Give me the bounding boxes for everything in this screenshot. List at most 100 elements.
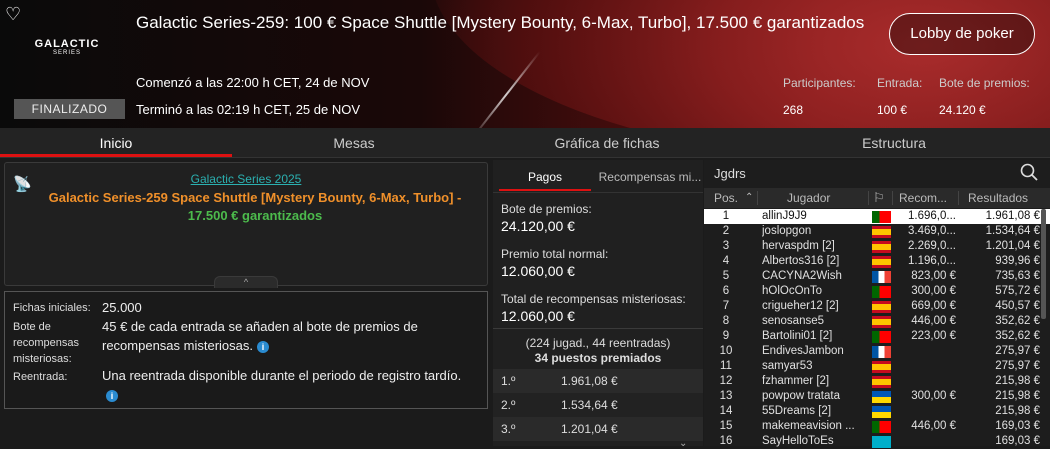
prize-pool-label: Bote de premios: (939, 76, 1030, 90)
payout-row: 1.º 1.961,08 € (493, 369, 703, 393)
table-row[interactable]: 2 joslopgon 3.469,0... 1.534,64 € (704, 224, 1050, 239)
row-result: 169,03 € (995, 420, 1040, 432)
table-row[interactable]: 15 makemeavision ... 446,00 € 169,03 € (704, 419, 1050, 434)
country-flag-icon (872, 361, 891, 373)
table-row[interactable]: 9 Bartolini01 [2] 223,00 € 352,62 € (704, 329, 1050, 344)
row-player-name: joslopgon (762, 225, 812, 237)
row-position: 3 (722, 240, 730, 252)
payout-amount: 1.534,64 € (561, 398, 618, 412)
guarantee-text: 17.500 € garantizados (187, 208, 323, 223)
country-flag-icon (872, 376, 891, 388)
row-bounty: 300,00 € (911, 285, 956, 297)
row-bounty: 446,00 € (911, 315, 956, 327)
row-bounty: 300,00 € (911, 390, 956, 402)
row-player-name: senosanse5 (762, 315, 825, 327)
table-row[interactable]: 5 CACYNA2Wish 823,00 € 735,63 € (704, 269, 1050, 284)
row-result: 215,98 € (995, 405, 1040, 417)
row-bounty: 2.269,0... (908, 240, 956, 252)
prize-pool-value: 24.120,00 € (501, 218, 575, 234)
row-position: 14 (719, 405, 733, 417)
starting-chips-label: Fichas iniciales: (13, 302, 91, 314)
table-row[interactable]: 6 hOlOcOnTo 300,00 € 575,72 € (704, 284, 1050, 299)
country-flag-icon (872, 226, 891, 238)
payout-amount: 1.961,08 € (561, 374, 618, 388)
chevron-down-icon[interactable]: ⌄ (679, 438, 687, 449)
col-position[interactable]: Pos. (714, 188, 738, 208)
row-player-name: samyar53 (762, 360, 813, 372)
search-icon[interactable] (1020, 163, 1038, 181)
table-row[interactable]: 13 powpow tratata 300,00 € 215,98 € (704, 389, 1050, 404)
payout-amount: 1.201,04 € (561, 422, 618, 436)
info-icon[interactable]: i (257, 340, 269, 353)
table-row[interactable]: 4 Albertos316 [2] 1.196,0... 939,96 € (704, 254, 1050, 269)
row-position: 11 (720, 360, 732, 372)
scrollbar[interactable] (1041, 209, 1046, 319)
series-link[interactable]: Galactic Series 2025 (5, 172, 487, 186)
col-bounty[interactable]: Recom... (899, 188, 947, 208)
tournament-details: Fichas iniciales: 25.000 Bote de recompe… (4, 291, 488, 409)
tab-estructura[interactable]: Estructura (738, 128, 1050, 158)
table-row[interactable]: 10 EndivesJambon 275,97 € (704, 344, 1050, 359)
table-row[interactable]: 16 SayHelloToEs 169,03 € (704, 434, 1050, 449)
row-result: 275,97 € (995, 360, 1040, 372)
tab-recompensas[interactable]: Recompensas mi... (597, 160, 703, 192)
row-player-name: powpow tratata (762, 390, 840, 402)
row-player-name: Albertos316 [2] (762, 255, 840, 267)
table-row[interactable]: 7 crigueher12 [2] 669,00 € 450,57 € (704, 299, 1050, 314)
poker-lobby-button[interactable]: Lobby de poker (889, 13, 1035, 55)
row-result: 352,62 € (995, 330, 1040, 342)
row-player-name: allinJ9J9 (762, 210, 807, 222)
results-panel: Jgdrs Pos. ⌃ Jugador ⚐ Recom... Resultad… (704, 160, 1050, 449)
mystery-total-label: Total de recompensas misteriosas: (501, 292, 686, 306)
mystery-bounty-label: Bote de recompensas misteriosas: (13, 321, 80, 365)
entries-count: (224 jugad., 44 reentradas) (525, 336, 671, 350)
info-icon[interactable]: i (106, 389, 118, 402)
flag-column-icon[interactable]: ⚐ (873, 188, 885, 208)
table-row[interactable]: 3 hervaspdm [2] 2.269,0... 1.201,04 € (704, 239, 1050, 254)
row-result: 1.961,08 € (985, 210, 1040, 222)
row-bounty: 223,00 € (911, 330, 956, 342)
sort-asc-icon[interactable]: ⌃ (745, 188, 753, 208)
payout-position: 1.º (501, 374, 516, 388)
column-separator (892, 191, 893, 205)
country-flag-icon (872, 271, 891, 283)
country-flag-icon (872, 316, 891, 328)
heart-icon[interactable]: ♡ (5, 4, 21, 25)
tournament-name: Galactic Series-259 Space Shuttle [Myste… (45, 189, 465, 225)
row-result: 575,72 € (995, 285, 1040, 297)
row-position: 5 (722, 270, 730, 282)
tab-pagos[interactable]: Pagos (493, 160, 597, 192)
col-player[interactable]: Jugador (787, 188, 830, 208)
table-row[interactable]: 12 fzhammer [2] 215,98 € (704, 374, 1050, 389)
paid-places: 34 puestos premiados (534, 351, 662, 365)
tab-grafica-fichas[interactable]: Gráfica de fichas (476, 128, 738, 158)
table-row[interactable]: 1 allinJ9J9 1.696,0... 1.961,08 € (704, 209, 1050, 224)
column-separator (868, 191, 869, 205)
row-player-name: 55Dreams [2] (762, 405, 832, 417)
reentry-label: Reentrada: (13, 371, 68, 383)
col-results[interactable]: Resultados (968, 188, 1028, 208)
tab-mesas[interactable]: Mesas (232, 128, 476, 158)
payouts-panel: Pagos Recompensas mi... Bote de premios:… (493, 160, 703, 449)
collapse-chevron-icon[interactable]: ^ (214, 276, 278, 288)
row-player-name: CACYNA2Wish (762, 270, 842, 282)
row-position: 15 (719, 420, 733, 432)
row-result: 450,57 € (995, 300, 1040, 312)
country-flag-icon (872, 241, 891, 253)
prize-pool-label: Bote de premios: (501, 202, 592, 216)
starting-chips-value: 25.000 (102, 300, 142, 315)
table-row[interactable]: 8 senosanse5 446,00 € 352,62 € (704, 314, 1050, 329)
row-player-name: EndivesJambon (762, 345, 844, 357)
table-row[interactable]: 14 55Dreams [2] 215,98 € (704, 404, 1050, 419)
table-row[interactable]: 11 samyar53 275,97 € (704, 359, 1050, 374)
row-position: 6 (722, 285, 730, 297)
mystery-total-value: 12.060,00 € (501, 308, 575, 324)
logo-line1: GALACTIC (34, 38, 100, 50)
player-search-input[interactable]: Jgdrs (708, 162, 1046, 186)
divider (493, 192, 703, 193)
row-position: 8 (722, 315, 730, 327)
country-flag-icon (872, 436, 891, 448)
country-flag-icon (872, 391, 891, 403)
tournament-title: Galactic Series-259: 100 € Space Shuttle… (136, 13, 865, 32)
row-position: 7 (722, 300, 730, 312)
